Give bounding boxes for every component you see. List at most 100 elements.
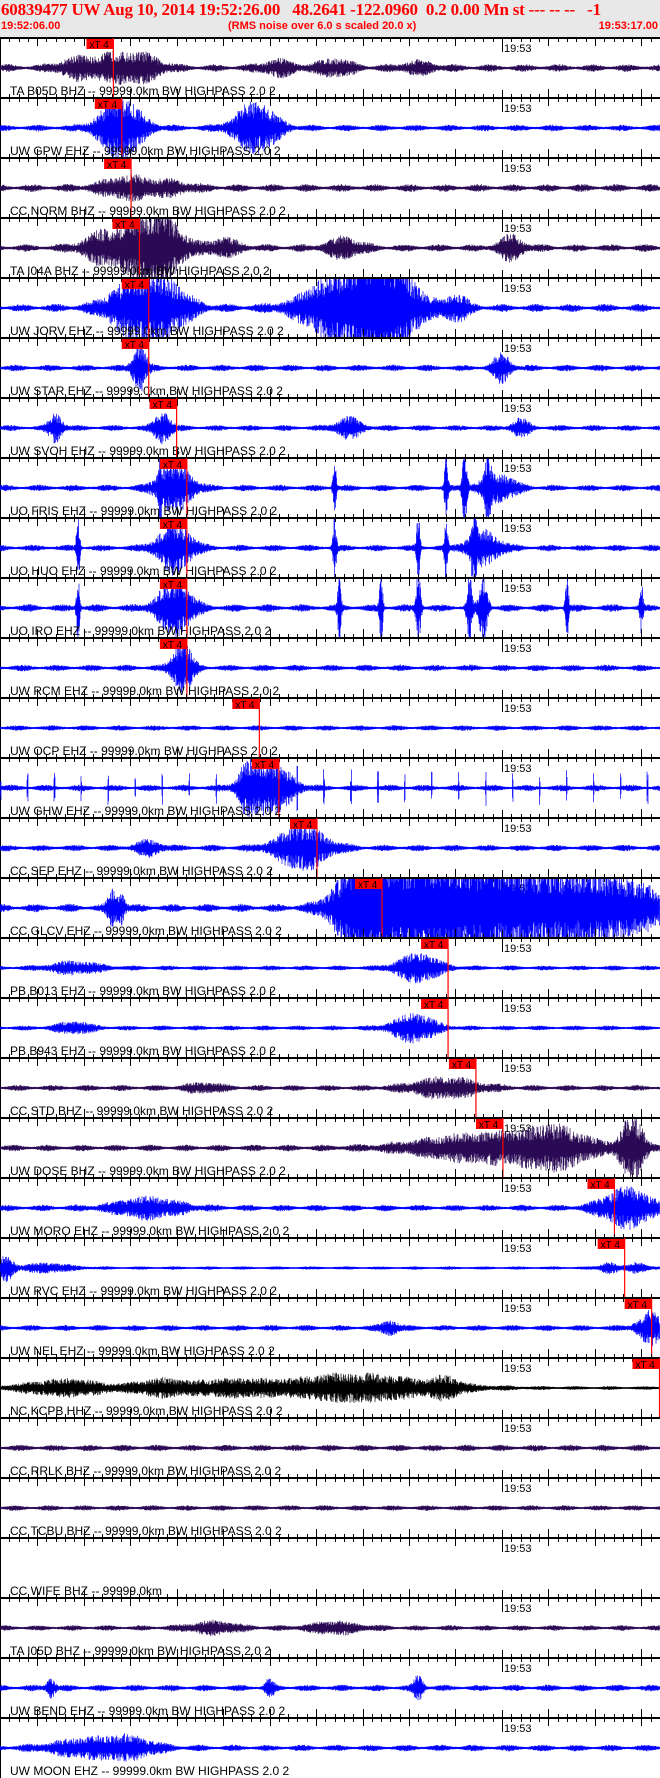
pick-label: xT 4 [107, 160, 127, 171]
end-time: 19:53:17.00 [598, 20, 658, 32]
station-label: UO FRIS EHZ -- 99999.0km BW HIGHPASS 2.0… [10, 504, 278, 518]
pick-label: xT 4 [636, 1360, 656, 1371]
minute-tick-label: 19:53 [504, 1303, 532, 1315]
trace-panel: 19:53 CC RRLK BHZ -- 99999.0km BW HIGHPAS… [0, 1409, 660, 1478]
station-label: UW GPW EHZ -- 99999.0km BW HIGHPASS 2.0 … [10, 144, 281, 158]
minute-tick-label: 19:53 [504, 1603, 532, 1615]
pick-label: xT 4 [358, 880, 378, 891]
trace-panel: 19:53 UO FRIS EHZ -- 99999.0km BW HIGHPAS… [0, 449, 660, 518]
station-label: NC KCPB HHZ -- 99999.0km BW HIGHPASS 2.0… [10, 1404, 283, 1418]
minute-tick-label: 19:53 [504, 943, 532, 955]
pick-label: xT 4 [115, 220, 135, 231]
minute-tick-label: 19:53 [504, 1063, 532, 1075]
minute-tick-label: 19:53 [504, 163, 532, 175]
minute-tick-label: 19:53 [504, 223, 532, 235]
trace-panel: 19:53 UW RCM EHZ -- 99999.0km BW HIGHPASS… [0, 629, 660, 698]
station-label: CC TCBU BHZ -- 99999.0km BW HIGHPASS 2.0… [10, 1524, 282, 1538]
trace-panel: 19:53 PB B013 EHZ -- 99999.0km BW HIGHPAS… [0, 929, 660, 998]
minute-tick-label: 19:53 [504, 823, 532, 835]
station-label: PB B013 EHZ -- 99999.0km BW HIGHPASS 2.0… [10, 984, 276, 998]
pick-label: xT 4 [163, 580, 183, 591]
pick-label: xT 4 [452, 1060, 472, 1071]
minute-tick-label: 19:53 [504, 1243, 532, 1255]
pick-label: xT 4 [424, 1000, 444, 1011]
minute-tick-label: 19:53 [504, 703, 532, 715]
station-label: UW SVOH EHZ -- 99999.0km BW HIGHPASS 2.0… [10, 444, 286, 458]
trace-panel: 19:53 TA B05D BHZ -- 99999.0km BW HIGHPAS… [0, 29, 660, 98]
minute-tick-label: 19:53 [504, 463, 532, 475]
station-label: UW GHW EHZ -- 99999.0km BW HIGHPASS 2.0 … [10, 804, 281, 818]
trace-panel: 19:53 UW GPW EHZ -- 99999.0km BW HIGHPASS… [0, 89, 660, 158]
minute-tick-label: 19:53 [504, 43, 532, 55]
pick-label: xT 4 [235, 700, 255, 711]
minute-tick-label: 19:53 [504, 1363, 532, 1375]
minute-tick-label: 19:53 [504, 1003, 532, 1015]
station-label: CC RRLK BHZ -- 99999.0km BW HIGHPASS 2.0… [10, 1464, 282, 1478]
trace-panel: 19:53TA I05D BHZ -- 99999.0km BW HIGHPAS… [0, 1589, 660, 1658]
trace-panel: 19:53 PB B943 EHZ -- 99999.0km BW HIGHPAS… [0, 989, 660, 1058]
trace-panel: 19:53 NC KCPB HHZ -- 99999.0km BW HIGHPAS… [0, 1349, 660, 1418]
minute-tick-label: 19:53 [504, 1183, 532, 1195]
trace-panel: 19:53 UW SVOH EHZ -- 99999.0km BW HIGHPAS… [0, 389, 660, 458]
trace-panel: 19:53UO IRO EHZ -- 99999.0km BW HIGHPASS… [0, 569, 660, 638]
trace-panel: 19:53CC WIFE BHZ -- 99999.0km [0, 1529, 660, 1598]
trace-panel: 19:53 CC NORM BHZ -- 99999.0km BW HIGHPAS… [0, 149, 660, 218]
pick-label: xT 4 [163, 520, 183, 531]
pick-label: xT 4 [125, 340, 145, 351]
rms-note: (RMS noise over 6.0 s scaled 20.0 x) [228, 20, 417, 32]
pick-label: xT 4 [601, 1240, 621, 1251]
trace-panel: 19:53 CC STD BHZ -- 99999.0km BW HIGHPASS… [0, 1049, 660, 1118]
pick-label: xT 4 [163, 640, 183, 651]
minute-tick-label: 19:53 [504, 343, 532, 355]
trace-panel: 19:53 UO HUO EHZ -- 99999.0km BW HIGHPASS… [0, 509, 660, 578]
station-label: UW OCP EHZ -- 99999.0km BW HIGHPASS 2.0 … [10, 744, 278, 758]
pick-label: xT 4 [479, 1120, 499, 1131]
pick-label: xT 4 [293, 820, 313, 831]
trace-panel: 19:53UW JORV EHZ -- 99999.0km BW HIGHPAS… [0, 269, 660, 338]
trace-panel: 19:53CC GLCV EHZ -- 99999.0km BW HIGHPAS… [0, 869, 660, 938]
trace-panel: 19:53 UW BEND EHZ -- 99999.0km BW HIGHPAS… [0, 1649, 660, 1718]
seismogram-plot: 19:53 TA B05D BHZ -- 99999.0km BW HIGHPAS… [0, 29, 660, 1778]
station-label: PB B943 EHZ -- 99999.0km BW HIGHPASS 2.0… [10, 1044, 276, 1058]
minute-tick-label: 19:53 [504, 763, 532, 775]
trace-panel: 19:53UW STAR EHZ -- 99999.0km BW HIGHPAS… [0, 329, 660, 398]
station-label: CC STD BHZ -- 99999.0km BW HIGHPASS 2.0 … [10, 1104, 274, 1118]
trace-panel: 19:53TA I04A BHZ -- 99999.0km BW HIGHPAS… [0, 209, 660, 278]
pick-label: xT 4 [89, 40, 109, 51]
waveform [0, 413, 660, 445]
pick-label: xT 4 [125, 280, 145, 291]
station-label: CC NORM BHZ -- 99999.0km BW HIGHPASS 2.0… [10, 204, 286, 218]
station-label: UW NEL EHZ -- 99999.0km BW HIGHPASS 2.0 … [10, 1344, 275, 1358]
trace-panel: 19:53 UW OCP EHZ -- 99999.0km BW HIGHPASS… [0, 689, 660, 758]
minute-tick-label: 19:53 [504, 1663, 532, 1675]
minute-tick-label: 19:53 [504, 1723, 532, 1735]
minute-tick-label: 19:53 [504, 643, 532, 655]
station-label: UW RVC EHZ -- 99999.0km BW HIGHPASS 2.0 … [10, 1284, 277, 1298]
trace-panel: 19:53 CC TCBU BHZ -- 99999.0km BW HIGHPAS… [0, 1469, 660, 1538]
header-bar: 60839477 UW Aug 10, 2014 19:52:26.00 48.… [0, 0, 660, 37]
pick-label: xT 4 [98, 100, 118, 111]
station-label: UW RCM EHZ -- 99999.0km BW HIGHPASS 2.0 … [10, 684, 279, 698]
minute-tick-label: 19:53 [504, 1123, 532, 1135]
station-label: CC SEP EHZ -- 99999.0km BW HIGHPASS 2.0 … [10, 864, 273, 878]
minute-tick-label: 19:53 [504, 103, 532, 115]
minute-tick-label: 19:53 [504, 1423, 532, 1435]
station-label: UW BEND EHZ -- 99999.0km BW HIGHPASS 2.0… [10, 1704, 286, 1718]
station-label: UW MOON EHZ -- 99999.0km BW HIGHPASS 2.0… [10, 1764, 289, 1778]
pick-label: xT 4 [424, 940, 444, 951]
minute-tick-label: 19:53 [504, 583, 532, 595]
station-label: CC GLCV EHZ -- 99999.0km BW HIGHPASS 2.0… [10, 924, 282, 938]
trace-panel: 19:53 UW DOSE BHZ -- 99999.0km BW HIGHPAS… [0, 1109, 660, 1178]
station-label: UO HUO EHZ -- 99999.0km BW HIGHPASS 2.0 … [10, 564, 277, 578]
minute-tick-label: 19:53 [504, 523, 532, 535]
trace-panel: 19:53 UW MOON EHZ -- 99999.0km BW HIGHPAS… [0, 1709, 660, 1778]
minute-tick-label: 19:53 [504, 1483, 532, 1495]
event-title: 60839477 UW Aug 10, 2014 19:52:26.00 48.… [1, 0, 601, 19]
start-time: 19:52:06.00 [1, 20, 61, 32]
trace-panel: 19:53 UW NEL EHZ -- 99999.0km BW HIGHPASS… [0, 1289, 660, 1358]
minute-tick-label: 19:53 [504, 283, 532, 295]
trace-panel: 19:53 UW GHW EHZ -- 99999.0km BW HIGHPASS… [0, 749, 660, 818]
minute-tick-label: 19:53 [504, 1543, 532, 1555]
pick-label: xT 4 [153, 400, 173, 411]
trace-panel: 19:53 CC SEP EHZ -- 99999.0km BW HIGHPASS… [0, 809, 660, 878]
